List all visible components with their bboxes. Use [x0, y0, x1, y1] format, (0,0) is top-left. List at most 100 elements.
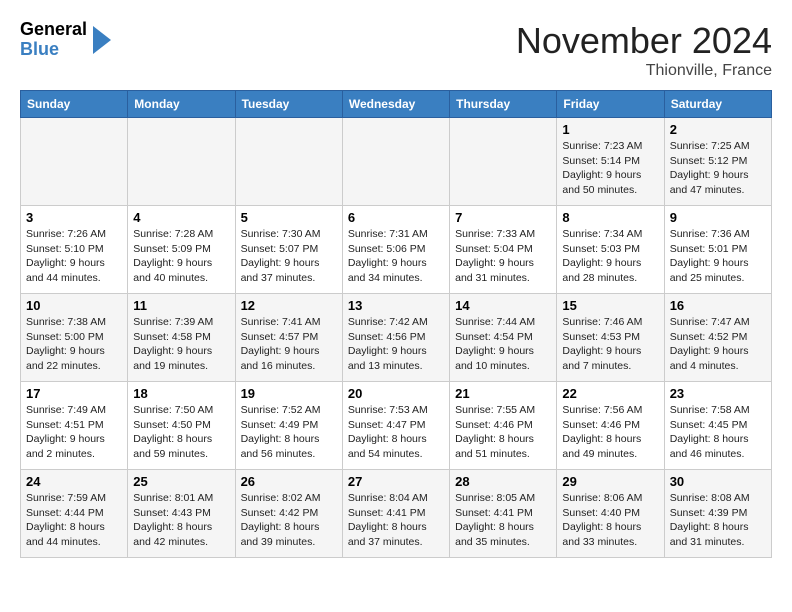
day-info: Sunrise: 7:52 AM Sunset: 4:49 PM Dayligh…: [241, 403, 337, 462]
day-info: Sunrise: 7:55 AM Sunset: 4:46 PM Dayligh…: [455, 403, 551, 462]
day-number: 27: [348, 474, 444, 489]
weekday-header: Saturday: [664, 91, 771, 118]
weekday-header: Sunday: [21, 91, 128, 118]
day-info: Sunrise: 7:46 AM Sunset: 4:53 PM Dayligh…: [562, 315, 658, 374]
logo-general: General: [20, 20, 87, 40]
calendar-cell: 30 Sunrise: 8:08 AM Sunset: 4:39 PM Dayli…: [664, 470, 771, 558]
calendar-cell: [128, 118, 235, 206]
day-number: 13: [348, 298, 444, 313]
day-number: 19: [241, 386, 337, 401]
day-info: Sunrise: 8:06 AM Sunset: 4:40 PM Dayligh…: [562, 491, 658, 550]
day-info: Sunrise: 7:30 AM Sunset: 5:07 PM Dayligh…: [241, 227, 337, 286]
day-number: 4: [133, 210, 229, 225]
calendar-cell: 1 Sunrise: 7:23 AM Sunset: 5:14 PM Daylig…: [557, 118, 664, 206]
day-info: Sunrise: 7:53 AM Sunset: 4:47 PM Dayligh…: [348, 403, 444, 462]
calendar-cell: 25 Sunrise: 8:01 AM Sunset: 4:43 PM Dayli…: [128, 470, 235, 558]
day-number: 20: [348, 386, 444, 401]
day-info: Sunrise: 7:59 AM Sunset: 4:44 PM Dayligh…: [26, 491, 122, 550]
calendar-cell: 27 Sunrise: 8:04 AM Sunset: 4:41 PM Dayli…: [342, 470, 449, 558]
calendar-cell: 18Sunrise: 7:50 AM Sunset: 4:50 PM Dayli…: [128, 382, 235, 470]
day-number: 8: [562, 210, 658, 225]
day-info: Sunrise: 7:49 AM Sunset: 4:51 PM Dayligh…: [26, 403, 122, 462]
calendar-cell: 16 Sunrise: 7:47 AM Sunset: 4:52 PM Dayli…: [664, 294, 771, 382]
calendar-week-row: 24Sunrise: 7:59 AM Sunset: 4:44 PM Dayli…: [21, 470, 772, 558]
logo-blue: Blue: [20, 40, 87, 60]
calendar-cell: 23 Sunrise: 7:58 AM Sunset: 4:45 PM Dayli…: [664, 382, 771, 470]
day-info: Sunrise: 7:25 AM Sunset: 5:12 PM Dayligh…: [670, 139, 766, 198]
day-number: 17: [26, 386, 122, 401]
day-number: 29: [562, 474, 658, 489]
calendar-cell: 14Sunrise: 7:44 AM Sunset: 4:54 PM Dayli…: [450, 294, 557, 382]
calendar-cell: 4Sunrise: 7:28 AM Sunset: 5:09 PM Daylig…: [128, 206, 235, 294]
day-info: Sunrise: 8:05 AM Sunset: 4:41 PM Dayligh…: [455, 491, 551, 550]
day-number: 9: [670, 210, 766, 225]
calendar-cell: 20 Sunrise: 7:53 AM Sunset: 4:47 PM Dayli…: [342, 382, 449, 470]
logo-text: General Blue: [20, 20, 87, 60]
day-info: Sunrise: 7:23 AM Sunset: 5:14 PM Dayligh…: [562, 139, 658, 198]
calendar-cell: 28 Sunrise: 8:05 AM Sunset: 4:41 PM Dayli…: [450, 470, 557, 558]
day-number: 11: [133, 298, 229, 313]
day-info: Sunrise: 7:31 AM Sunset: 5:06 PM Dayligh…: [348, 227, 444, 286]
day-info: Sunrise: 8:04 AM Sunset: 4:41 PM Dayligh…: [348, 491, 444, 550]
location: Thionville, France: [516, 62, 772, 80]
day-number: 10: [26, 298, 122, 313]
day-number: 18: [133, 386, 229, 401]
logo-arrow-icon: [93, 26, 111, 54]
day-number: 28: [455, 474, 551, 489]
month-title: November 2024: [516, 20, 772, 62]
calendar-cell: [235, 118, 342, 206]
calendar-cell: [21, 118, 128, 206]
calendar-cell: 6Sunrise: 7:31 AM Sunset: 5:06 PM Daylig…: [342, 206, 449, 294]
day-number: 16: [670, 298, 766, 313]
day-info: Sunrise: 7:58 AM Sunset: 4:45 PM Dayligh…: [670, 403, 766, 462]
calendar-cell: 11 Sunrise: 7:39 AM Sunset: 4:58 PM Dayli…: [128, 294, 235, 382]
day-number: 2: [670, 122, 766, 137]
weekday-header: Thursday: [450, 91, 557, 118]
calendar-cell: 12Sunrise: 7:41 AM Sunset: 4:57 PM Dayli…: [235, 294, 342, 382]
day-number: 22: [562, 386, 658, 401]
calendar-cell: 24Sunrise: 7:59 AM Sunset: 4:44 PM Dayli…: [21, 470, 128, 558]
day-info: Sunrise: 7:41 AM Sunset: 4:57 PM Dayligh…: [241, 315, 337, 374]
weekday-header: Wednesday: [342, 91, 449, 118]
logo: General Blue: [20, 20, 111, 60]
calendar-cell: 21 Sunrise: 7:55 AM Sunset: 4:46 PM Dayli…: [450, 382, 557, 470]
day-number: 21: [455, 386, 551, 401]
day-number: 3: [26, 210, 122, 225]
calendar-cell: 19 Sunrise: 7:52 AM Sunset: 4:49 PM Dayli…: [235, 382, 342, 470]
calendar-cell: 8 Sunrise: 7:34 AM Sunset: 5:03 PM Daylig…: [557, 206, 664, 294]
calendar-cell: 26Sunrise: 8:02 AM Sunset: 4:42 PM Dayli…: [235, 470, 342, 558]
day-info: Sunrise: 7:38 AM Sunset: 5:00 PM Dayligh…: [26, 315, 122, 374]
day-info: Sunrise: 7:39 AM Sunset: 4:58 PM Dayligh…: [133, 315, 229, 374]
day-info: Sunrise: 7:42 AM Sunset: 4:56 PM Dayligh…: [348, 315, 444, 374]
calendar-week-row: 3Sunrise: 7:26 AM Sunset: 5:10 PM Daylig…: [21, 206, 772, 294]
day-info: Sunrise: 7:56 AM Sunset: 4:46 PM Dayligh…: [562, 403, 658, 462]
day-number: 23: [670, 386, 766, 401]
calendar-cell: 2 Sunrise: 7:25 AM Sunset: 5:12 PM Daylig…: [664, 118, 771, 206]
calendar-cell: 9Sunrise: 7:36 AM Sunset: 5:01 PM Daylig…: [664, 206, 771, 294]
day-info: Sunrise: 7:34 AM Sunset: 5:03 PM Dayligh…: [562, 227, 658, 286]
calendar-week-row: 10 Sunrise: 7:38 AM Sunset: 5:00 PM Dayli…: [21, 294, 772, 382]
day-number: 1: [562, 122, 658, 137]
calendar-cell: 5 Sunrise: 7:30 AM Sunset: 5:07 PM Daylig…: [235, 206, 342, 294]
page-header: General Blue November 2024 Thionville, F…: [20, 20, 772, 80]
day-info: Sunrise: 8:01 AM Sunset: 4:43 PM Dayligh…: [133, 491, 229, 550]
calendar-cell: 3Sunrise: 7:26 AM Sunset: 5:10 PM Daylig…: [21, 206, 128, 294]
day-info: Sunrise: 7:47 AM Sunset: 4:52 PM Dayligh…: [670, 315, 766, 374]
calendar-cell: [342, 118, 449, 206]
calendar-cell: 22 Sunrise: 7:56 AM Sunset: 4:46 PM Dayli…: [557, 382, 664, 470]
calendar-week-row: 1 Sunrise: 7:23 AM Sunset: 5:14 PM Daylig…: [21, 118, 772, 206]
calendar-table: SundayMondayTuesdayWednesdayThursdayFrid…: [20, 90, 772, 558]
weekday-header: Monday: [128, 91, 235, 118]
day-number: 15: [562, 298, 658, 313]
day-info: Sunrise: 7:33 AM Sunset: 5:04 PM Dayligh…: [455, 227, 551, 286]
day-number: 7: [455, 210, 551, 225]
calendar-cell: 7 Sunrise: 7:33 AM Sunset: 5:04 PM Daylig…: [450, 206, 557, 294]
calendar-week-row: 17 Sunrise: 7:49 AM Sunset: 4:51 PM Dayli…: [21, 382, 772, 470]
weekday-header: Friday: [557, 91, 664, 118]
day-number: 5: [241, 210, 337, 225]
calendar-cell: 10 Sunrise: 7:38 AM Sunset: 5:00 PM Dayli…: [21, 294, 128, 382]
day-number: 25: [133, 474, 229, 489]
day-info: Sunrise: 7:44 AM Sunset: 4:54 PM Dayligh…: [455, 315, 551, 374]
day-number: 30: [670, 474, 766, 489]
day-info: Sunrise: 8:08 AM Sunset: 4:39 PM Dayligh…: [670, 491, 766, 550]
